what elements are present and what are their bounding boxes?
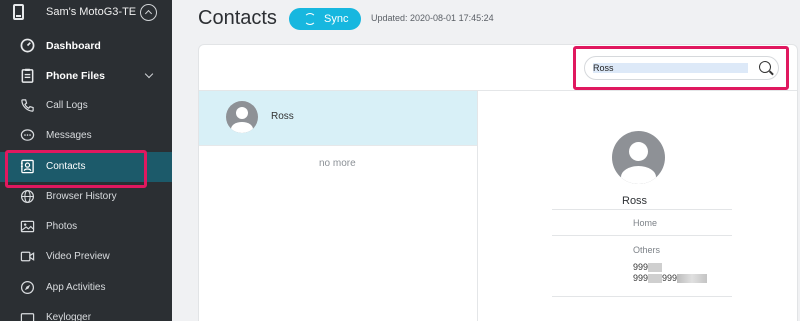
sidebar-item-label: Dashboard — [46, 40, 101, 52]
sidebar-item-call-logs[interactable]: Call Logs — [0, 91, 172, 121]
phone-number-line-1: 999 — [633, 262, 663, 273]
device-name: Sam's MotoG3-TE — [46, 6, 137, 18]
globe-icon — [20, 189, 35, 204]
list-end-text: no more — [319, 158, 356, 169]
detail-name: Ross — [622, 195, 648, 207]
avatar — [226, 101, 258, 133]
sidebar-item-label: Browser History — [46, 191, 117, 202]
sidebar-item-video-preview[interactable]: Video Preview — [0, 242, 172, 272]
detail-divider — [552, 296, 732, 297]
sync-icon — [304, 13, 316, 25]
video-icon — [20, 251, 35, 262]
clipboard-icon — [21, 68, 34, 83]
sidebar-item-label: Call Logs — [46, 100, 88, 111]
sidebar-item-label: Phone Files — [46, 70, 105, 82]
home-label: Home — [633, 218, 658, 228]
sidebar-item-label: App Activities — [46, 282, 106, 293]
sidebar-item-label: Messages — [46, 130, 92, 141]
last-updated: Updated: 2020-08-01 17:45:24 — [371, 13, 494, 23]
sidebar-item-label: Photos — [46, 221, 78, 232]
sync-button[interactable]: Sync — [289, 8, 361, 30]
message-icon — [20, 129, 35, 141]
chevron-up-icon[interactable] — [140, 4, 157, 21]
phone-call-icon — [21, 99, 34, 112]
device-selector[interactable]: Sam's MotoG3-TE — [0, 0, 172, 26]
sidebar-item-keylogger[interactable]: Keylogger — [0, 303, 172, 321]
redacted-block — [677, 274, 708, 284]
sidebar-item-dashboard[interactable]: Dashboard — [0, 31, 172, 61]
sync-label: Sync — [324, 13, 349, 25]
phone-number-line-2: 999 999 — [633, 273, 708, 284]
keyboard-icon — [20, 313, 35, 321]
column-divider — [477, 91, 478, 321]
sidebar-item-label: Video Preview — [46, 251, 110, 262]
page-title: Contacts — [198, 7, 277, 29]
redacted-block — [648, 263, 663, 273]
dashboard-icon — [20, 38, 35, 53]
detail-divider — [552, 235, 732, 236]
search-highlight-box — [573, 46, 789, 90]
contact-name: Ross — [271, 111, 294, 122]
others-label: Others — [633, 245, 661, 255]
sidebar-item-app-activities[interactable]: App Activities — [0, 273, 172, 303]
compass-icon — [20, 280, 35, 295]
redacted-block — [648, 274, 663, 284]
image-icon — [20, 220, 35, 233]
detail-divider — [552, 209, 732, 210]
sidebar-item-messages[interactable]: Messages — [0, 121, 172, 151]
phone-icon — [13, 4, 24, 20]
sidebar-item-photos[interactable]: Photos — [0, 212, 172, 242]
contacts-highlight-box — [5, 150, 147, 188]
detail-avatar — [612, 131, 665, 184]
list-item[interactable]: Ross — [199, 91, 477, 145]
sidebar-item-phone-files[interactable]: Phone Files — [0, 61, 172, 91]
sidebar-item-label: Keylogger — [46, 312, 92, 321]
chevron-down-icon — [144, 69, 154, 79]
row-divider — [199, 145, 477, 146]
